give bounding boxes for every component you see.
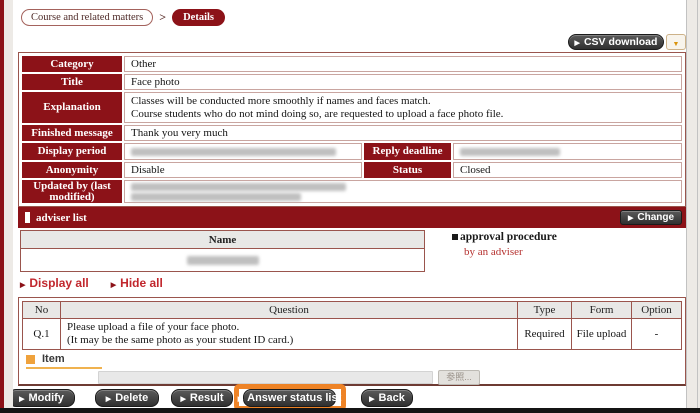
- redacted-adviser-name: [187, 256, 259, 265]
- status-value: Closed: [453, 162, 682, 178]
- question-section: No Question Type Form Option Q.1 Please …: [18, 297, 686, 386]
- redacted-date: [460, 148, 560, 156]
- approval-procedure-text: approval procedure: [460, 231, 557, 243]
- question-type: Required: [518, 319, 572, 350]
- name-column-header: Name: [21, 231, 424, 249]
- file-upload-row: 参照...: [98, 370, 480, 385]
- redacted-user-date2: [131, 193, 301, 201]
- display-period-value: [124, 143, 362, 160]
- title-label: Title: [22, 74, 122, 90]
- anonymity-label: Anonymity: [22, 162, 122, 178]
- finished-message-label: Finished message: [22, 125, 122, 141]
- explanation-line2: Course students who do not mind doing so…: [131, 108, 503, 121]
- play-arrow-icon: [575, 36, 580, 48]
- survey-details-table: Category Other Title Face photo Explanat…: [18, 52, 686, 207]
- adviser-name-table: Name: [20, 230, 425, 272]
- black-square-bullet-icon: [452, 234, 458, 240]
- updated-by-value: [124, 180, 682, 203]
- chevron-down-icon: [673, 33, 680, 51]
- approval-by-adviser-text: by an adviser: [464, 246, 557, 258]
- adviser-list-header: adviser list Change: [18, 207, 686, 228]
- result-button[interactable]: Result: [171, 389, 233, 407]
- hide-all-label: Hide all: [120, 276, 163, 290]
- play-arrow-icon: [628, 212, 633, 223]
- display-period-label: Display period: [22, 143, 122, 160]
- browse-button[interactable]: 参照...: [438, 370, 480, 385]
- hide-all-link[interactable]: Hide all: [111, 276, 163, 290]
- page: Course and related matters Details CSV d…: [0, 0, 700, 413]
- section-tick-icon: [25, 212, 30, 223]
- updated-by-label: Updated by (last modified): [22, 180, 122, 203]
- breadcrumb-root[interactable]: Course and related matters: [21, 9, 153, 26]
- result-label: Result: [190, 392, 224, 404]
- title-value: Face photo: [124, 74, 682, 90]
- answer-status-list-label: Answer status list: [247, 392, 341, 404]
- approval-procedure-heading: approval procedure: [452, 231, 557, 243]
- question-text: Please upload a file of your face photo.…: [61, 319, 518, 350]
- file-path-input[interactable]: [98, 371, 433, 384]
- question-col-option: Option: [632, 302, 682, 319]
- question-col-question: Question: [61, 302, 518, 319]
- question-text-line2: (It may be the same photo as your studen…: [67, 334, 511, 347]
- play-arrow-icon: [20, 276, 25, 290]
- breadcrumb-current: Details: [172, 9, 225, 26]
- modify-button[interactable]: Modify: [8, 389, 75, 407]
- change-button[interactable]: Change: [620, 210, 682, 225]
- orange-square-bullet-icon: [26, 355, 35, 364]
- chevron-right-icon: [159, 10, 166, 25]
- item-section-header: Item: [26, 353, 102, 369]
- scrollbar-track[interactable]: [686, 0, 700, 413]
- csv-download-button[interactable]: CSV download: [568, 34, 664, 50]
- redacted-date-range: [131, 148, 336, 156]
- item-label: Item: [42, 353, 65, 365]
- question-no: Q.1: [23, 319, 61, 350]
- display-all-label: Display all: [29, 276, 88, 290]
- explanation-label: Explanation: [22, 92, 122, 123]
- breadcrumb: Course and related matters Details: [21, 8, 225, 26]
- question-text-line1: Please upload a file of your face photo.: [67, 321, 511, 334]
- question-form: File upload: [572, 319, 632, 350]
- anonymity-value: Disable: [124, 162, 362, 178]
- csv-download-label: CSV download: [584, 36, 658, 48]
- question-option: -: [632, 319, 682, 350]
- change-label: Change: [637, 212, 674, 223]
- play-arrow-icon: [369, 392, 374, 404]
- reply-deadline-value: [453, 143, 682, 160]
- play-arrow-icon: [238, 392, 243, 404]
- window-left-margin: [4, 0, 13, 413]
- question-col-no: No: [23, 302, 61, 319]
- reply-deadline-label: Reply deadline: [364, 143, 451, 160]
- adviser-list-title: adviser list: [36, 212, 87, 224]
- back-button[interactable]: Back: [361, 389, 413, 407]
- adviser-name-row: [21, 249, 424, 271]
- window-left-red-stripe: [0, 0, 4, 413]
- question-row: Q.1 Please upload a file of your face ph…: [23, 319, 682, 350]
- play-arrow-icon: [19, 392, 24, 404]
- category-value: Other: [124, 56, 682, 72]
- question-table: No Question Type Form Option Q.1 Please …: [22, 301, 682, 350]
- expand-collapse-links: Display all Hide all: [20, 276, 163, 290]
- approval-procedure: approval procedure by an adviser: [452, 231, 557, 258]
- delete-button[interactable]: Delete: [95, 389, 159, 407]
- play-arrow-icon: [106, 392, 111, 404]
- modify-label: Modify: [28, 392, 63, 404]
- scrollbar-track-line: [697, 0, 698, 413]
- status-label: Status: [364, 162, 451, 178]
- play-arrow-icon: [181, 392, 186, 404]
- question-col-form: Form: [572, 302, 632, 319]
- delete-label: Delete: [115, 392, 148, 404]
- category-label: Category: [22, 56, 122, 72]
- question-col-type: Type: [518, 302, 572, 319]
- explanation-line1: Classes will be conducted more smoothly …: [131, 95, 431, 108]
- explanation-value: Classes will be conducted more smoothly …: [124, 92, 682, 123]
- collapse-section-button[interactable]: [666, 34, 686, 50]
- back-label: Back: [379, 392, 405, 404]
- display-all-link[interactable]: Display all: [20, 276, 89, 290]
- window-bottom-edge: [0, 408, 700, 413]
- redacted-user-date: [131, 183, 346, 191]
- answer-status-list-button[interactable]: Answer status list: [243, 389, 336, 407]
- play-arrow-icon: [111, 276, 116, 290]
- finished-message-value: Thank you very much: [124, 125, 682, 141]
